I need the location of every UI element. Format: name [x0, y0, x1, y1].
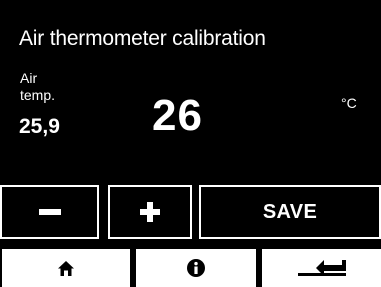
home-icon: [58, 260, 74, 276]
info-icon: [187, 259, 205, 277]
back-arrow-icon: [297, 260, 346, 276]
page-title: Air thermometer calibration: [19, 27, 266, 50]
calibration-value: 26: [152, 91, 203, 140]
increase-button[interactable]: [108, 185, 192, 239]
save-button-label: SAVE: [262, 200, 318, 223]
decrease-button[interactable]: [0, 185, 99, 239]
plus-icon: [140, 202, 160, 222]
back-button[interactable]: [262, 249, 381, 287]
air-temp-label: Air temp.: [20, 70, 80, 104]
minus-icon: [38, 209, 61, 215]
current-air-temp-value: 25,9: [19, 115, 60, 138]
save-button[interactable]: SAVE: [199, 185, 381, 239]
temp-unit: °C: [341, 95, 357, 111]
air-temp-label-line1: Air: [20, 70, 38, 86]
air-temp-label-line2: temp.: [20, 87, 56, 103]
home-button[interactable]: [2, 249, 130, 287]
info-button[interactable]: [136, 249, 256, 287]
